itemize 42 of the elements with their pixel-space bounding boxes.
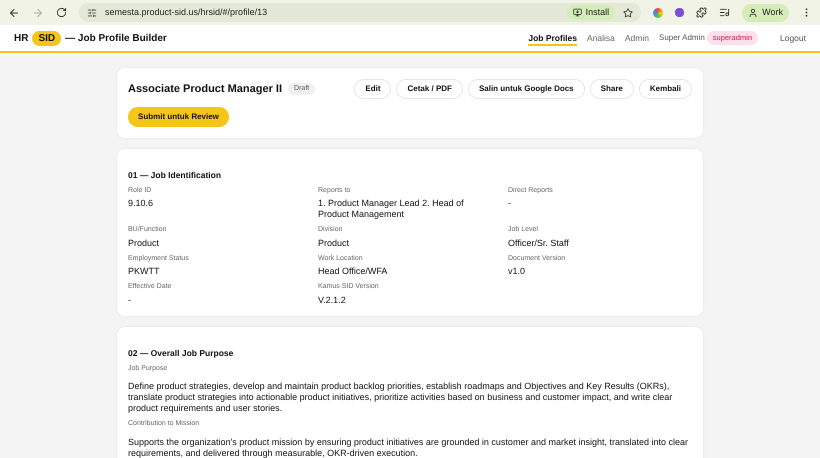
site-settings-icon[interactable] <box>87 8 97 18</box>
profile-button[interactable]: Work <box>742 4 789 22</box>
field-value: - <box>128 294 132 306</box>
field-value: - <box>508 198 512 210</box>
media-icon[interactable] <box>719 7 730 18</box>
field-value: 1. Product Manager Lead 2. Head of Product Management <box>318 198 465 220</box>
install-button[interactable]: Install <box>566 5 616 20</box>
reload-icon[interactable] <box>56 7 67 18</box>
bookmark-icon[interactable] <box>623 8 634 18</box>
nav-link[interactable]: Analisa <box>587 30 615 46</box>
section-heading: 01 — Job Identification <box>128 169 222 182</box>
brand-text: — Job Profile Builder <box>65 32 167 46</box>
user-name: Super Admin <box>658 32 705 44</box>
brand-text: HR <box>14 32 28 46</box>
logout-link[interactable]: Logout <box>780 32 806 44</box>
field-value: v1.0 <box>508 266 526 278</box>
action-button[interactable]: Salin untuk Google Docs <box>468 79 585 99</box>
brand-badge: SID <box>32 30 62 46</box>
nav-link[interactable]: Job Profiles <box>528 30 577 46</box>
address-bar[interactable]: semesta.product-sid.us/hrsid/#/profile/13 Install <box>79 3 642 22</box>
submit-button[interactable]: Submit untuk Review <box>128 107 229 127</box>
action-button[interactable]: Cetak / PDF <box>396 79 463 99</box>
profile-title: Associate Product Manager II <box>128 82 282 97</box>
person-icon <box>748 8 758 18</box>
field-value: Product <box>128 238 160 249</box>
url-text: semesta.product-sid.us/hrsid/#/profile/13 <box>105 6 268 19</box>
field-value: Head Office/WFA <box>318 266 388 278</box>
field-value: Define product strategies, develop and maintain product backlog priorities, establish roadmaps and Objectives and Key Results (OKRs), translate product strategies into actionable product initiatives, prioritize activities based on business and customer impact, and write clear product requirements and user stories. <box>128 381 674 414</box>
field-value: 9.10.6 <box>128 198 154 210</box>
install-icon <box>572 8 582 17</box>
extensions-icon[interactable] <box>696 7 708 18</box>
nav-link[interactable]: Admin <box>624 30 649 46</box>
field-value: Product <box>318 238 350 249</box>
field-value: Officer/Sr. Staff <box>508 238 570 249</box>
action-button[interactable]: Kembali <box>638 79 692 99</box>
field-value: V.2.1.2 <box>318 294 347 306</box>
section-heading: 02 — Overall Job Purpose <box>128 346 234 360</box>
field-value: PKWTT <box>128 266 160 278</box>
action-button[interactable]: Edit <box>354 79 392 99</box>
back-icon[interactable] <box>8 6 20 18</box>
action-button[interactable]: Share <box>590 79 634 99</box>
field-value: Supports the organization's product mission by ensuring product initiatives are grounded in customer and market insight, translated into clear requirements, and delivered through measurable, OKR-driven execution. <box>128 436 690 458</box>
